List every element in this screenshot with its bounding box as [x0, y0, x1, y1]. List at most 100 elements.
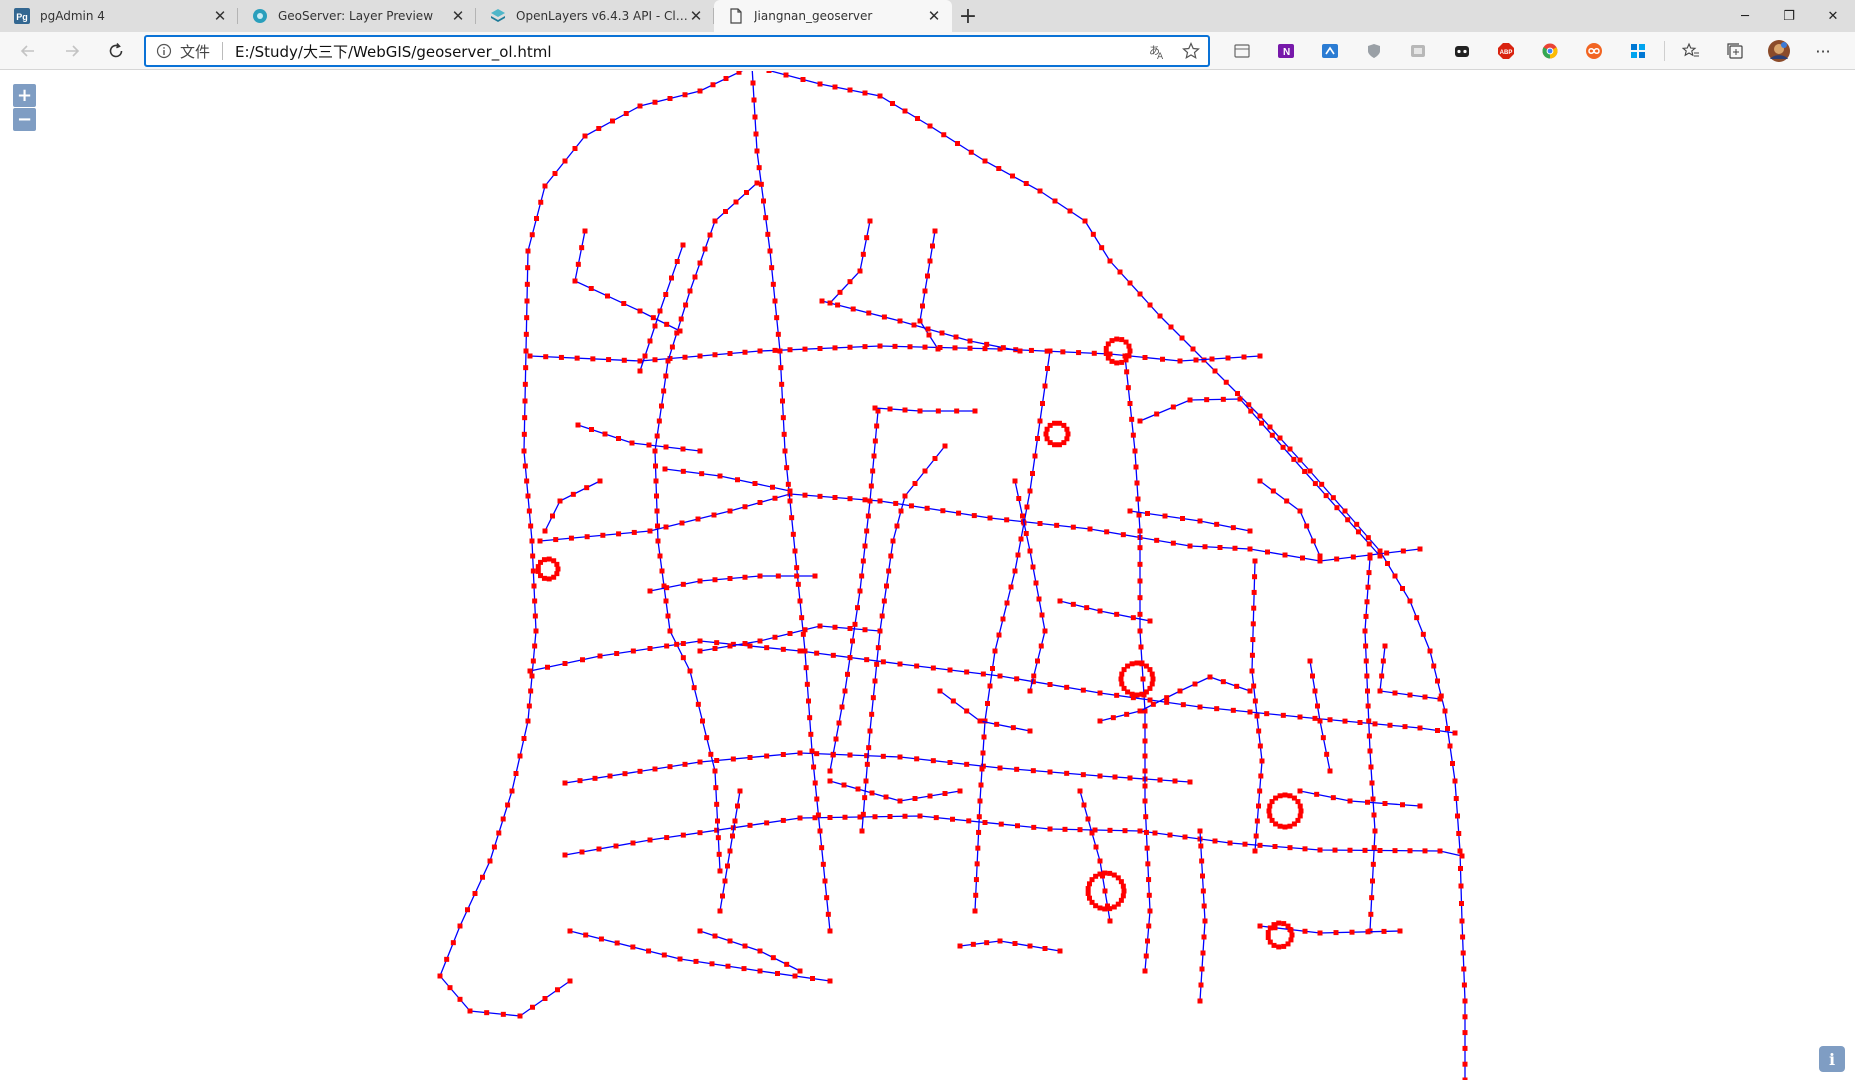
road-vertex	[1127, 508, 1133, 514]
road-vertex	[1342, 718, 1348, 724]
road-vertex	[647, 338, 653, 344]
road-vertex	[917, 408, 923, 414]
road-vertex	[1172, 778, 1178, 784]
road-vertex	[742, 504, 748, 510]
road-vertex	[897, 661, 903, 667]
road-vertex	[551, 574, 557, 580]
road-vertex	[532, 613, 538, 619]
road-vertex	[529, 673, 535, 679]
reading-view-icon[interactable]	[1220, 34, 1264, 68]
road-vertex	[665, 358, 671, 364]
road-vertex	[877, 628, 883, 634]
translate-icon[interactable]: あA	[1140, 37, 1174, 65]
attribution-button[interactable]: i	[1819, 1046, 1845, 1072]
ext-grid-icon[interactable]	[1616, 34, 1660, 68]
minimize-button[interactable]: ─	[1723, 0, 1767, 32]
collections-icon[interactable]	[1713, 34, 1757, 68]
close-icon[interactable]: ✕	[450, 7, 466, 25]
road-vertex	[855, 605, 860, 611]
tab-pgadmin[interactable]: Pg pgAdmin 4 ✕	[0, 0, 238, 32]
road-vertex	[812, 573, 818, 579]
road-vertex	[1137, 628, 1143, 634]
road-vertex	[526, 508, 532, 514]
close-icon[interactable]: ✕	[688, 7, 704, 25]
road-vertex	[1302, 468, 1308, 474]
road-vertex	[1247, 528, 1253, 534]
refresh-button[interactable]	[94, 34, 138, 68]
road-vertex	[1291, 821, 1297, 827]
road-vertex	[1201, 934, 1207, 940]
road-vertex	[996, 632, 1002, 638]
road-vertex	[664, 321, 670, 327]
road-vertex	[764, 820, 770, 826]
road-vertex	[860, 251, 866, 257]
profile-avatar[interactable]	[1757, 34, 1801, 68]
zoom-in-button[interactable]: +	[13, 84, 36, 107]
road-vertex	[693, 958, 699, 964]
road-vertex	[1458, 866, 1463, 871]
road-vertex	[657, 308, 663, 314]
road-vertex	[1107, 258, 1113, 264]
road-vertex	[787, 347, 793, 353]
address-bar[interactable]: 文件 E:/Study/大三下/WebGIS/geoserver_ol.html…	[144, 35, 1210, 67]
restore-button[interactable]: ❐	[1767, 0, 1811, 32]
close-icon[interactable]: ✕	[212, 7, 228, 25]
road-vertex	[517, 753, 523, 759]
road-vertex	[1400, 802, 1405, 808]
ext-shield-icon[interactable]	[1352, 34, 1396, 68]
road-vertex	[1143, 689, 1149, 695]
chrome-ext-icon[interactable]	[1528, 34, 1572, 68]
ext-cloud-icon[interactable]	[1396, 34, 1440, 68]
adblock-icon[interactable]: ABP	[1484, 34, 1528, 68]
road-vertex	[1140, 676, 1146, 682]
road-vertex	[1230, 525, 1236, 531]
close-icon[interactable]: ✕	[926, 7, 942, 25]
map-viewport[interactable]: + − i	[0, 71, 1855, 1080]
ext-box-icon[interactable]	[1440, 34, 1484, 68]
close-window-button[interactable]: ✕	[1811, 0, 1855, 32]
road-vertex	[1039, 612, 1045, 618]
road-vertex	[590, 356, 596, 362]
road-vertex	[653, 463, 658, 469]
road-vertex	[524, 281, 530, 287]
road-vertex	[562, 661, 568, 666]
info-icon[interactable]	[156, 43, 172, 59]
road-vertex	[1114, 360, 1120, 366]
road-vertex	[932, 456, 938, 461]
tab-jiangnan-geoserver[interactable]: Jiangnan_geoserver ✕	[714, 0, 952, 32]
tab-openlayers-api[interactable]: OpenLayers v6.4.3 API - Class: Im ✕	[476, 0, 714, 32]
back-button[interactable]	[6, 34, 50, 68]
road-vertex	[1023, 531, 1029, 536]
road-vertex	[568, 535, 574, 541]
favorite-star-icon[interactable]	[1174, 37, 1208, 65]
road-vertex	[574, 355, 580, 361]
onenote-icon[interactable]: N	[1264, 34, 1308, 68]
road-vertex	[727, 576, 733, 581]
road-vertex	[1120, 893, 1126, 899]
road-vertex	[663, 598, 669, 604]
road-vertex	[932, 228, 938, 234]
forward-button[interactable]	[50, 34, 94, 68]
zoom-out-button[interactable]: −	[13, 108, 36, 131]
road-vertex	[697, 578, 703, 584]
favorites-icon[interactable]	[1669, 34, 1713, 68]
road-vertex	[1381, 928, 1387, 934]
road-vertex	[667, 764, 673, 770]
road-vertex	[530, 568, 536, 574]
new-tab-button[interactable]: +	[952, 0, 984, 32]
more-menu-button[interactable]: ···	[1801, 34, 1845, 68]
road-vertex	[1204, 397, 1210, 403]
road-vertex	[711, 512, 717, 518]
road-vertex	[664, 643, 670, 649]
road-vertex	[697, 353, 703, 359]
url-text[interactable]: E:/Study/大三下/WebGIS/geoserver_ol.html	[235, 41, 1140, 62]
tab-geoserver-preview[interactable]: GeoServer: Layer Preview ✕	[238, 0, 476, 32]
road-vertex	[1252, 558, 1258, 564]
road-vertex	[973, 877, 979, 883]
ext-infinity-icon[interactable]	[1572, 34, 1616, 68]
road-vertex	[930, 758, 936, 764]
road-vertex	[1266, 808, 1272, 814]
translate-ext-icon[interactable]	[1308, 34, 1352, 68]
road-vertex	[1080, 687, 1086, 693]
road-vertex	[654, 493, 659, 499]
